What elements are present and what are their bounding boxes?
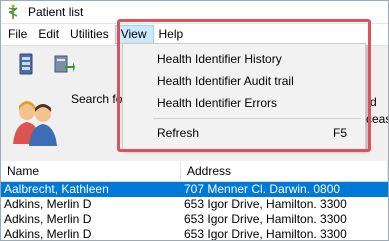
search-label: Search fo [71,92,123,106]
table-row[interactable]: Adkins, Merlin D 653 Igor Drive, Hamilto… [1,212,388,227]
caduceus-icon [8,4,18,19]
cell-address: 653 Igor Drive, Hamilton. 3300 [184,197,347,211]
menu-separator [153,118,361,119]
menu-item-label: Health Identifier History [157,52,282,66]
column-header-name[interactable]: Name [1,161,181,181]
menu-edit[interactable]: Edit [33,25,65,44]
patient-list-window: Patient list File Edit Utilities View He… [0,0,389,241]
menu-utilities[interactable]: Utilities [65,25,115,44]
cell-name: Adkins, Merlin D [4,197,92,211]
table-row[interactable]: Aalbrecht, Kathleen 707 Menner Cl. Darwi… [1,182,388,197]
cell-address: 653 Igor Drive, Hamilton. 3300 [184,212,347,226]
view-menu-dropdown: Health Identifier History Health Identif… [122,43,366,150]
export-icon [54,55,75,73]
deceased-label-fragment: ceas [366,112,389,126]
window-title: Patient list [28,5,84,19]
table-row[interactable]: Adkins, Merlin D 653 Igor Drive, Hamilto… [1,197,388,212]
menu-file[interactable]: File [3,25,33,44]
column-header-address[interactable]: Address [181,161,388,181]
menu-item-label: Health Identifier Errors [157,96,278,110]
menu-item-health-identifier-audit-trail[interactable]: Health Identifier Audit trail [123,71,365,91]
database-icon [19,53,33,75]
cell-name: Adkins, Merlin D [4,227,92,241]
menu-item-label: Refresh [157,126,200,140]
cell-address: 653 Igor Drive, Hamilton. 3300 [184,227,347,241]
cell-address: 707 Menner Cl. Darwin. 0800 [184,182,341,196]
menu-help[interactable]: Help [154,25,190,44]
table-header: Name Address [1,161,388,182]
table-row[interactable]: Adkins, Merlin D 653 Igor Drive, Hamilto… [1,227,388,241]
patients-icon [13,101,57,146]
menu-view[interactable]: View [114,25,154,44]
patient-table-body: Aalbrecht, Kathleen 707 Menner Cl. Darwi… [1,182,388,240]
title-bar: Patient list [1,1,388,24]
menu-item-health-identifier-errors[interactable]: Health Identifier Errors [123,93,365,113]
menu-item-health-identifier-history[interactable]: Health Identifier History [123,49,365,69]
export-button[interactable] [51,51,77,77]
menu-item-shortcut: F5 [332,126,347,140]
right-label-fragment: d [370,95,377,109]
menu-item-refresh[interactable]: Refresh F5 [123,123,365,143]
cell-name: Aalbrecht, Kathleen [4,182,109,196]
cell-name: Adkins, Merlin D [4,212,92,226]
menu-item-label: Health Identifier Audit trail [157,74,294,88]
database-button[interactable] [13,51,39,77]
